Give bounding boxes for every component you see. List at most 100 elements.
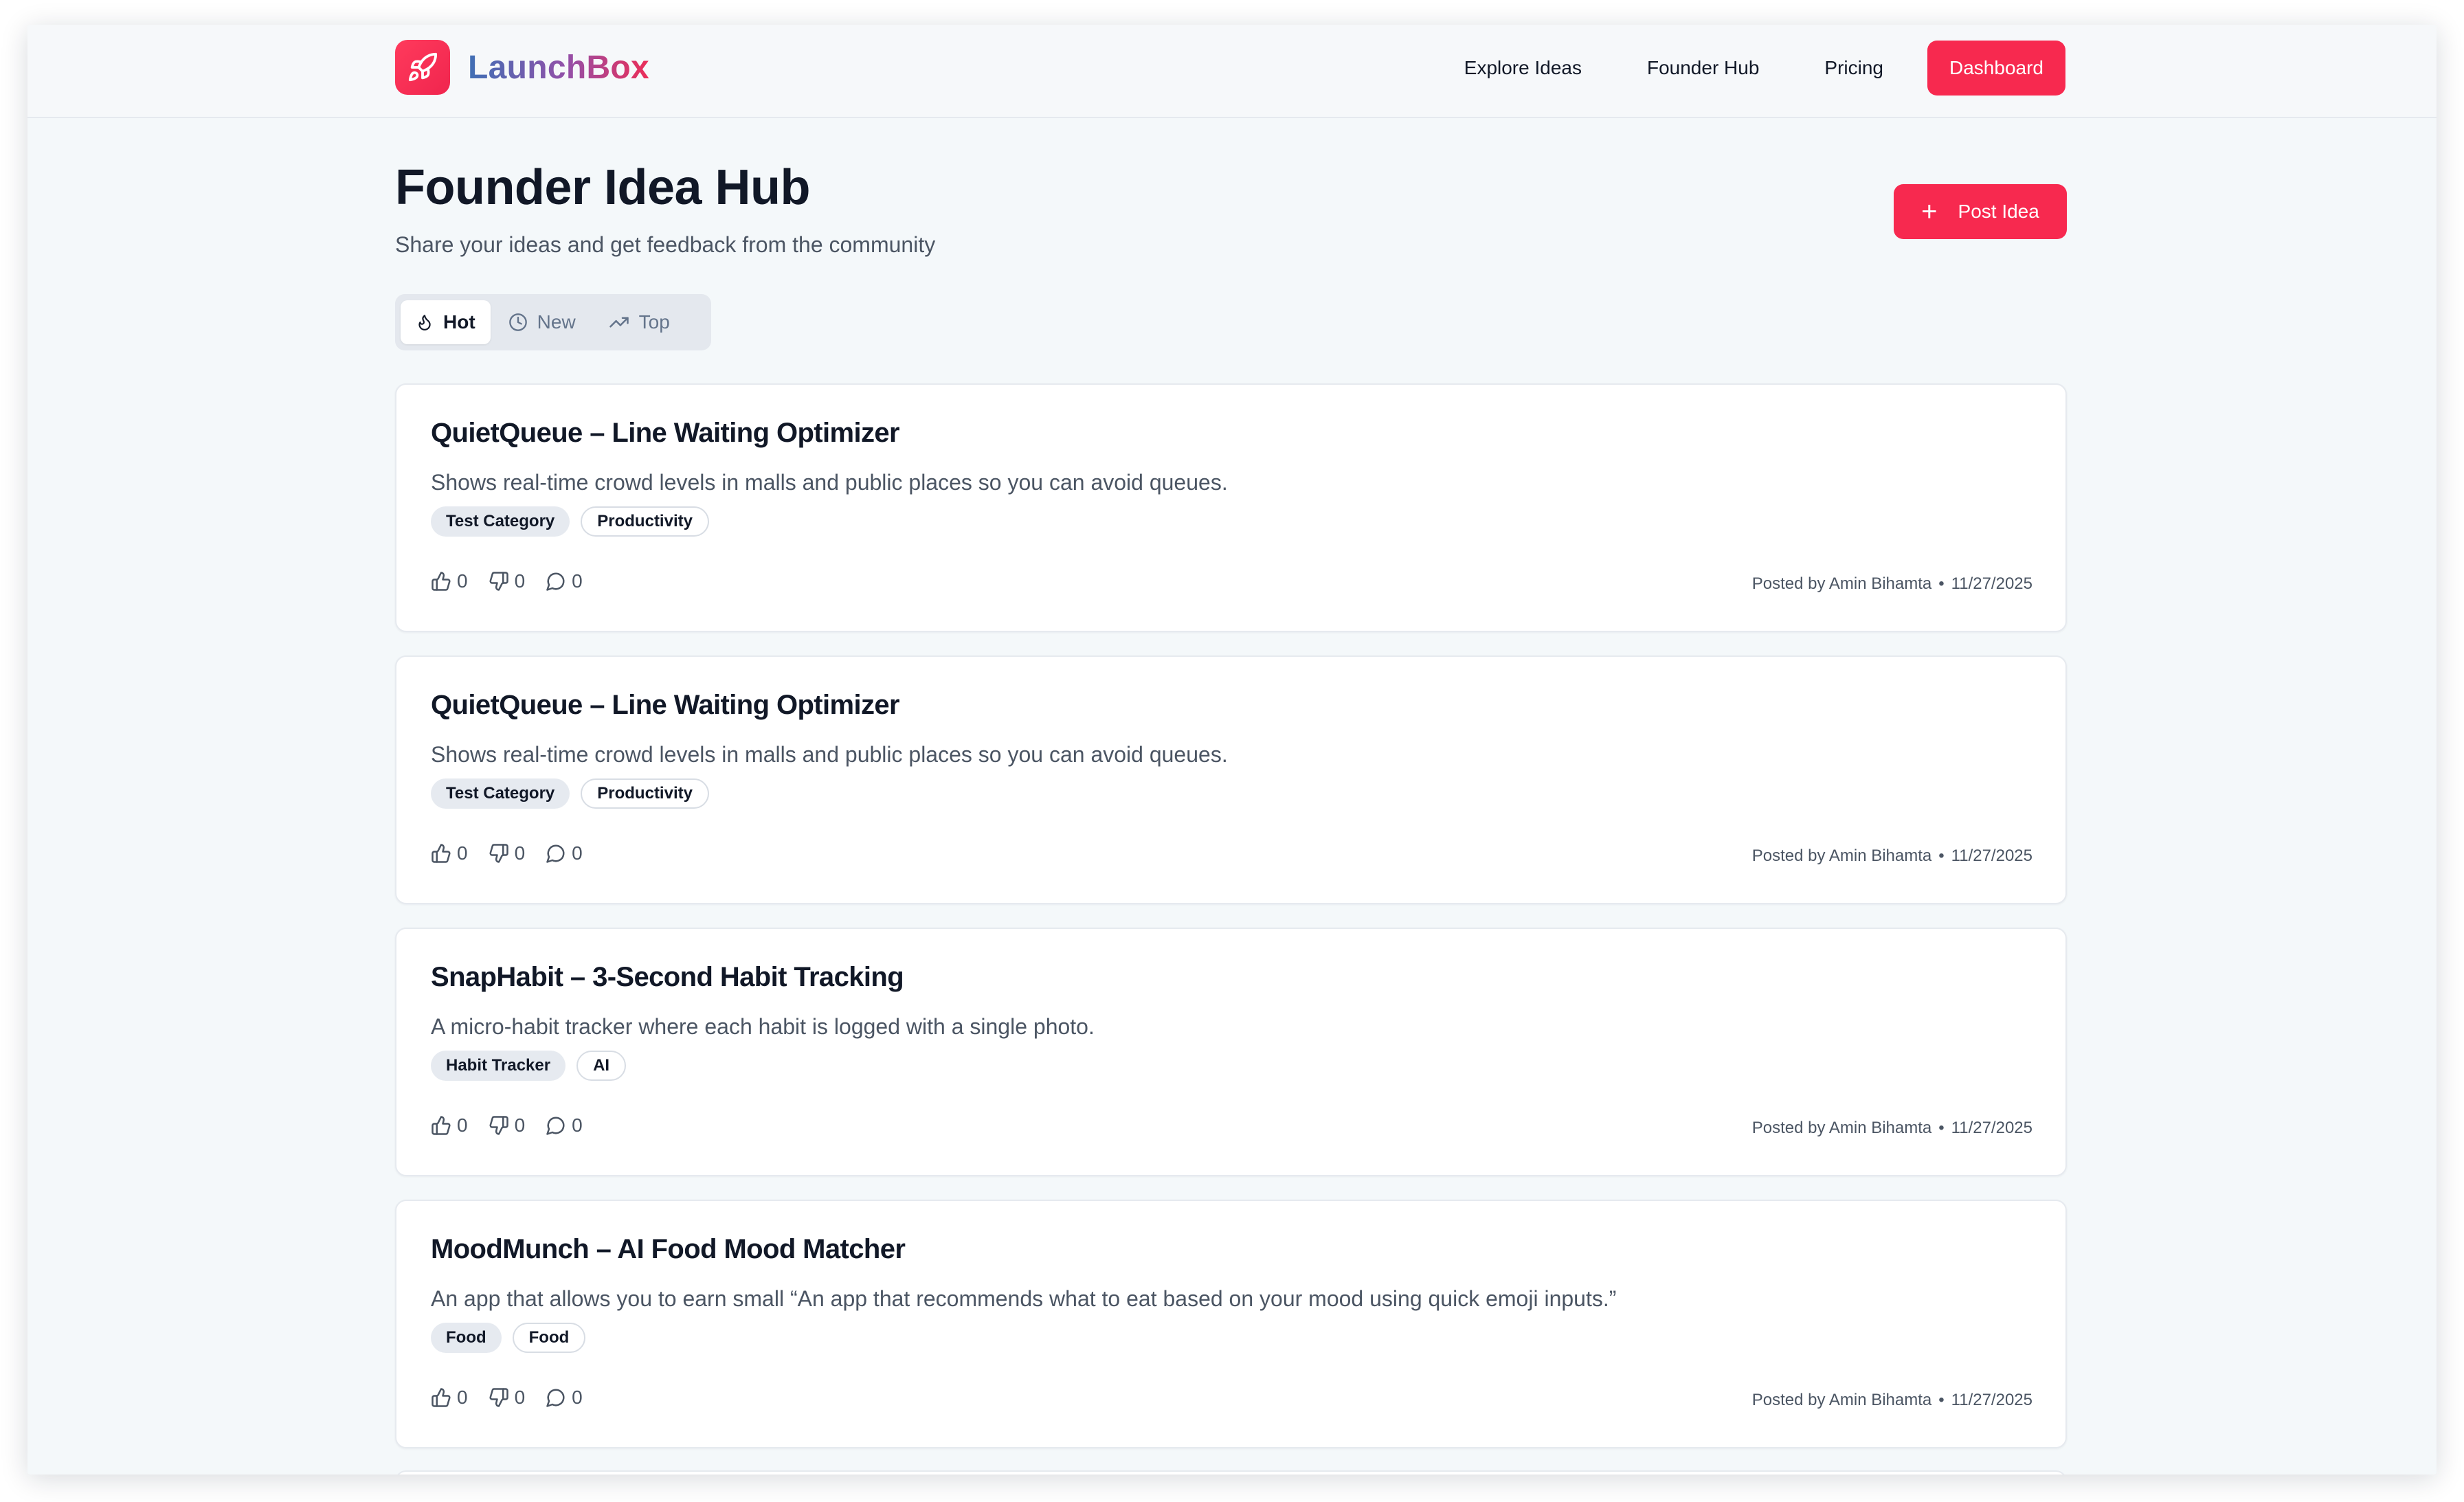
idea-date: 11/27/2025	[1951, 1391, 2032, 1409]
category-tag[interactable]: Test Category	[431, 506, 570, 537]
comment-icon	[546, 1389, 565, 1407]
dashboard-button[interactable]: Dashboard	[1927, 41, 2065, 96]
brand-logo[interactable]: LaunchBox	[395, 40, 649, 95]
rocket-icon	[395, 40, 450, 95]
upvote-count: 0	[457, 1387, 468, 1408]
comment-icon	[546, 572, 565, 591]
downvote-count: 0	[514, 570, 526, 592]
nav-founder-hub[interactable]: Founder Hub	[1647, 57, 1759, 79]
category-tag[interactable]: Food	[431, 1323, 502, 1353]
thumbs-down-icon	[489, 1388, 508, 1407]
thumbs-up-icon	[432, 1388, 451, 1407]
idea-tags: Food Food	[431, 1323, 596, 1353]
upvote-button[interactable]: 0	[431, 1387, 468, 1409]
comments-button[interactable]: 0	[546, 1114, 583, 1136]
idea-author: Posted by Amin Bihamta	[1751, 1119, 1932, 1137]
comment-count: 0	[572, 842, 583, 864]
comment-count: 0	[572, 1114, 583, 1136]
category-tag[interactable]: Test Category	[431, 778, 570, 809]
idea-title[interactable]: SnapHabit – 3-Second Habit Tracking	[431, 962, 904, 993]
thumbs-up-icon	[432, 844, 451, 863]
upvote-button[interactable]: 0	[431, 570, 468, 592]
idea-date: 11/27/2025	[1951, 1119, 2032, 1137]
idea-card[interactable]: SnapHabit – 3-Second Habit Tracking A mi…	[395, 928, 2067, 1176]
post-idea-button[interactable]: + Post Idea	[1894, 184, 2067, 239]
tab-top-label: Top	[638, 311, 670, 333]
idea-description: An app that allows you to earn small “An…	[431, 1286, 1617, 1311]
comment-icon	[546, 1117, 565, 1135]
sort-tabs: Hot New Top	[395, 294, 711, 350]
post-idea-label: Post Idea	[1958, 201, 2039, 222]
comment-icon	[546, 844, 565, 863]
idea-card[interactable]: MoodMunch – AI Food Mood Matcher An app …	[395, 1200, 2067, 1448]
plus-icon: +	[1921, 197, 1938, 227]
comment-count: 0	[572, 1387, 583, 1408]
category-tag[interactable]: Habit Tracker	[431, 1051, 566, 1081]
idea-stats: 0 0 0	[431, 1387, 603, 1409]
category-tag[interactable]: AI	[576, 1051, 627, 1081]
main-nav: Explore Ideas Founder Hub Pricing Dashbo…	[1399, 41, 2065, 96]
downvote-count: 0	[514, 842, 526, 864]
tab-top[interactable]: Top	[594, 300, 685, 344]
category-tag[interactable]: Productivity	[581, 778, 709, 809]
idea-author: Posted by Amin Bihamta	[1751, 847, 1932, 865]
idea-card[interactable]: QuietQueue – Line Waiting Optimizer Show…	[395, 655, 2067, 904]
brand-name: LaunchBox	[468, 49, 650, 86]
idea-meta: Posted by Amin Bihamta • 11/27/2025	[1751, 1119, 2032, 1137]
idea-description: Shows real-time crowd levels in malls an…	[431, 742, 1228, 767]
nav-pricing[interactable]: Pricing	[1824, 57, 1883, 79]
idea-stats: 0 0 0	[431, 570, 603, 592]
upvote-count: 0	[457, 842, 468, 864]
tab-new-label: New	[537, 311, 576, 333]
idea-description: A micro-habit tracker where each habit i…	[431, 1014, 1095, 1039]
thumbs-down-icon	[489, 1116, 508, 1135]
trending-up-icon	[609, 317, 629, 328]
idea-date: 11/27/2025	[1951, 574, 2032, 593]
tab-hot[interactable]: Hot	[401, 300, 491, 344]
upvote-count: 0	[457, 1114, 468, 1136]
idea-card[interactable]: QuietQueue – Line Waiting Optimizer Show…	[395, 383, 2067, 632]
downvote-button[interactable]: 0	[489, 570, 526, 592]
idea-author: Posted by Amin Bihamta	[1751, 574, 1932, 593]
tab-hot-label: Hot	[443, 311, 475, 333]
idea-stats: 0 0 0	[431, 842, 603, 864]
idea-tags: Test Category Productivity	[431, 506, 720, 537]
downvote-button[interactable]: 0	[489, 842, 526, 864]
downvote-count: 0	[514, 1387, 526, 1408]
thumbs-up-icon	[432, 1116, 451, 1135]
thumbs-down-icon	[489, 844, 508, 863]
idea-author: Posted by Amin Bihamta	[1751, 1391, 1932, 1409]
app-window: LaunchBox Explore Ideas Founder Hub Pric…	[27, 25, 2437, 1475]
upvote-button[interactable]: 0	[431, 842, 468, 864]
thumbs-up-icon	[432, 572, 451, 591]
idea-title[interactable]: QuietQueue – Line Waiting Optimizer	[431, 418, 900, 449]
idea-card-partial[interactable]	[395, 1470, 2067, 1475]
category-tag[interactable]: Productivity	[581, 506, 709, 537]
nav-explore-ideas[interactable]: Explore Ideas	[1464, 57, 1582, 79]
idea-tags: Test Category Productivity	[431, 778, 720, 809]
idea-description: Shows real-time crowd levels in malls an…	[431, 470, 1228, 495]
downvote-button[interactable]: 0	[489, 1114, 526, 1136]
clock-icon	[508, 313, 527, 331]
upvote-count: 0	[457, 570, 468, 592]
comment-count: 0	[572, 570, 583, 592]
flame-icon	[418, 315, 431, 330]
comments-button[interactable]: 0	[546, 570, 583, 592]
downvote-count: 0	[514, 1114, 526, 1136]
idea-meta: Posted by Amin Bihamta • 11/27/2025	[1751, 1391, 2032, 1409]
upvote-button[interactable]: 0	[431, 1114, 468, 1136]
page-subtitle: Share your ideas and get feedback from t…	[395, 232, 936, 257]
idea-title[interactable]: QuietQueue – Line Waiting Optimizer	[431, 690, 900, 721]
downvote-button[interactable]: 0	[489, 1387, 526, 1409]
idea-meta: Posted by Amin Bihamta • 11/27/2025	[1751, 847, 2032, 865]
comments-button[interactable]: 0	[546, 842, 583, 864]
category-tag[interactable]: Food	[512, 1323, 586, 1353]
top-navbar: LaunchBox Explore Ideas Founder Hub Pric…	[27, 25, 2437, 118]
tab-new[interactable]: New	[493, 300, 591, 344]
page-title: Founder Idea Hub	[395, 160, 811, 215]
comments-button[interactable]: 0	[546, 1387, 583, 1409]
idea-title[interactable]: MoodMunch – AI Food Mood Matcher	[431, 1234, 906, 1265]
idea-date: 11/27/2025	[1951, 847, 2032, 865]
thumbs-down-icon	[489, 572, 508, 591]
idea-tags: Habit Tracker AI	[431, 1051, 637, 1081]
